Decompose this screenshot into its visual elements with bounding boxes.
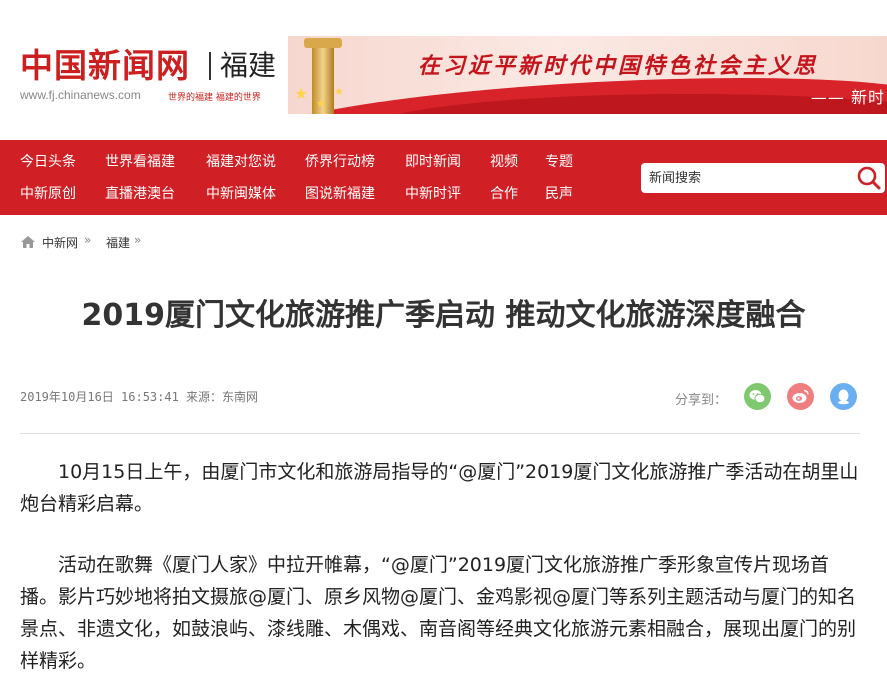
breadcrumb-separator: »	[84, 233, 92, 247]
nav-item-instant-news[interactable]: 即时新闻	[405, 153, 461, 171]
share-qq-button[interactable]	[830, 383, 857, 410]
site-url: www.fj.chinanews.com	[20, 88, 141, 102]
nav-item-fujian-to-you[interactable]: 福建对您说	[206, 153, 276, 171]
logo-divider	[209, 52, 211, 80]
article-paragraph: 活动在歌舞《厦门人家》中拉开帷幕，“@厦门”2019厦门文化旅游推广季形象宣传片…	[20, 554, 857, 672]
nav-item-min-media[interactable]: 中新闽媒体	[206, 185, 276, 203]
nav-item-commentary[interactable]: 中新时评	[405, 185, 461, 203]
header-banner[interactable]: ★ ★ ★ 在习近平新时代中国特色社会主义思 —— 新时	[288, 36, 887, 114]
site-header: 中国新闻网 福建 www.fj.chinanews.com 世界的福建 福建的世…	[0, 0, 887, 140]
site-logo[interactable]: 中国新闻网 福建 www.fj.chinanews.com 世界的福建 福建的世…	[20, 46, 280, 106]
article-meta: 2019年10月16日 16:53:41 来源：东南网	[20, 390, 259, 404]
nav-item-picture-fujian[interactable]: 图说新福建	[305, 185, 375, 203]
wechat-icon	[749, 390, 766, 404]
share-wechat-button[interactable]	[744, 383, 771, 410]
meta-divider	[20, 433, 860, 434]
nav-item-video[interactable]: 视频	[490, 153, 518, 171]
logo-region: 福建	[220, 49, 277, 82]
logo-text: 中国新闻网	[20, 46, 190, 85]
breadcrumb-item-fujian[interactable]: 福建	[106, 234, 130, 251]
breadcrumb-separator: »	[134, 233, 142, 247]
star-icon: ★	[294, 84, 309, 103]
banner-subline: —— 新时	[810, 88, 885, 107]
main-nav: 今日头条 世界看福建 福建对您说 侨界行动榜 即时新闻 视频 专题 中新原创 直…	[0, 140, 887, 215]
nav-item-cooperation[interactable]: 合作	[490, 185, 518, 203]
nav-item-topics[interactable]: 专题	[545, 153, 573, 171]
nav-item-original[interactable]: 中新原创	[20, 185, 76, 203]
site-slogan: 世界的福建 福建的世界	[168, 93, 261, 103]
qq-icon	[838, 389, 849, 405]
star-icon: ★	[334, 85, 344, 98]
article-paragraph: 10月15日上午，由厦门市文化和旅游局指导的“@厦门”2019厦门文化旅游推广季…	[20, 461, 859, 515]
banner-pillar-cap	[304, 38, 342, 48]
nav-item-world-sees-fujian[interactable]: 世界看福建	[105, 153, 175, 171]
nav-item-hk-macao-taiwan[interactable]: 直播港澳台	[105, 185, 175, 203]
search-box	[641, 163, 885, 193]
star-icon: ★	[316, 97, 326, 110]
share-label: 分享到：	[675, 393, 728, 408]
search-button[interactable]	[855, 165, 883, 191]
nav-item-headlines[interactable]: 今日头条	[20, 153, 76, 171]
breadcrumb-item-chinanews[interactable]: 中新网	[42, 234, 78, 251]
weibo-icon	[792, 389, 809, 403]
nav-item-public-voice[interactable]: 民声	[545, 185, 573, 203]
banner-headline: 在习近平新时代中国特色社会主义思	[418, 53, 819, 79]
search-icon	[857, 166, 881, 190]
home-icon[interactable]	[20, 235, 36, 249]
nav-item-overseas-action[interactable]: 侨界行动榜	[305, 153, 375, 171]
article-title: 2019厦门文化旅游推广季启动 推动文化旅游深度融合	[81, 298, 806, 333]
share-weibo-button[interactable]	[787, 383, 814, 410]
search-input[interactable]	[641, 163, 851, 193]
